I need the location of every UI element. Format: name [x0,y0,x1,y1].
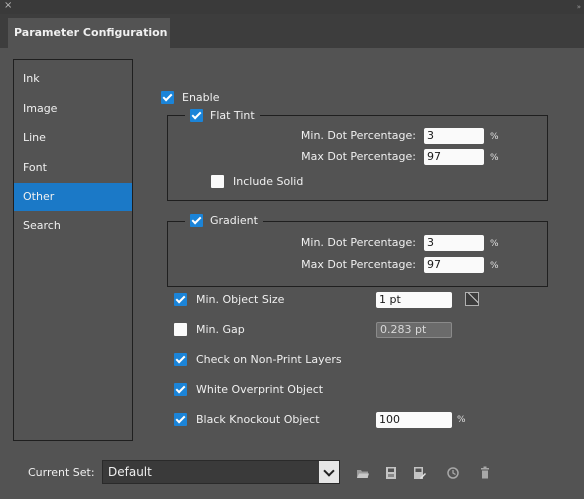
sidebar-item-ink[interactable]: Ink [14,65,132,93]
gradient-min-input[interactable]: 3 [424,235,484,251]
black-knockout-label: Black Knockout Object [196,413,320,426]
min-object-size-checkbox[interactable] [174,293,187,306]
current-set-value: Default [108,465,152,479]
title-bar: × » [0,0,584,14]
tab-parameter-configuration[interactable]: Parameter Configuration [8,18,170,48]
gradient-max-label: Max Dot Percentage: [301,258,416,271]
collapse-grip-icon[interactable]: » [577,3,581,11]
none-swatch-icon[interactable] [465,292,479,306]
sidebar-item-line[interactable]: Line [14,124,132,152]
flat-tint-max-input[interactable]: 97 [424,149,484,165]
gradient-label: Gradient [210,214,258,227]
gradient-min-unit: % [490,239,499,249]
sidebar-item-font[interactable]: Font [14,154,132,182]
gradient-checkbox[interactable] [190,214,203,227]
check-non-print-label: Check on Non-Print Layers [196,353,342,366]
min-object-size-input[interactable]: 1 pt [376,292,452,308]
white-overprint-checkbox[interactable] [174,383,187,396]
close-icon[interactable]: × [4,0,12,12]
flat-tint-min-label: Min. Dot Percentage: [300,129,416,142]
tab-bar: Parameter Configuration [0,14,584,48]
save-as-icon[interactable] [412,466,426,480]
flat-tint-min-input[interactable]: 3 [424,128,484,144]
min-object-size-label: Min. Object Size [196,293,285,306]
flat-tint-max-unit: % [490,153,499,163]
flat-tint-min-unit: % [490,132,499,142]
include-solid-label: Include Solid [233,175,304,188]
chevron-down-icon[interactable] [319,461,339,483]
save-icon[interactable] [384,466,398,480]
sidebar-item-search[interactable]: Search [14,212,132,240]
include-solid-checkbox[interactable] [211,175,224,188]
min-gap-checkbox[interactable] [174,323,187,336]
category-sidebar: Ink Image Line Font Other Search [13,59,133,441]
flat-tint-checkbox[interactable] [190,109,203,122]
black-knockout-input[interactable]: 100 [376,412,452,428]
current-set-label: Current Set: [28,466,95,479]
min-gap-input[interactable]: 0.283 pt [376,322,452,338]
white-overprint-label: White Overprint Object [196,383,324,396]
black-knockout-unit: % [457,415,466,425]
sidebar-item-image[interactable]: Image [14,95,132,123]
black-knockout-checkbox[interactable] [174,413,187,426]
open-folder-icon[interactable] [356,466,370,480]
enable-label: Enable [182,91,220,104]
gradient-max-input[interactable]: 97 [424,257,484,273]
enable-checkbox[interactable] [161,91,174,104]
min-gap-label: Min. Gap [196,323,245,336]
gradient-min-label: Min. Dot Percentage: [300,236,416,249]
history-icon[interactable] [446,466,460,480]
flat-tint-label: Flat Tint [210,109,255,122]
trash-icon[interactable] [478,466,492,480]
gradient-group [167,221,548,287]
sidebar-item-other[interactable]: Other [14,183,132,211]
gradient-max-unit: % [490,261,499,271]
current-set-select[interactable]: Default [102,460,340,484]
flat-tint-max-label: Max Dot Percentage: [301,150,416,163]
check-non-print-checkbox[interactable] [174,353,187,366]
